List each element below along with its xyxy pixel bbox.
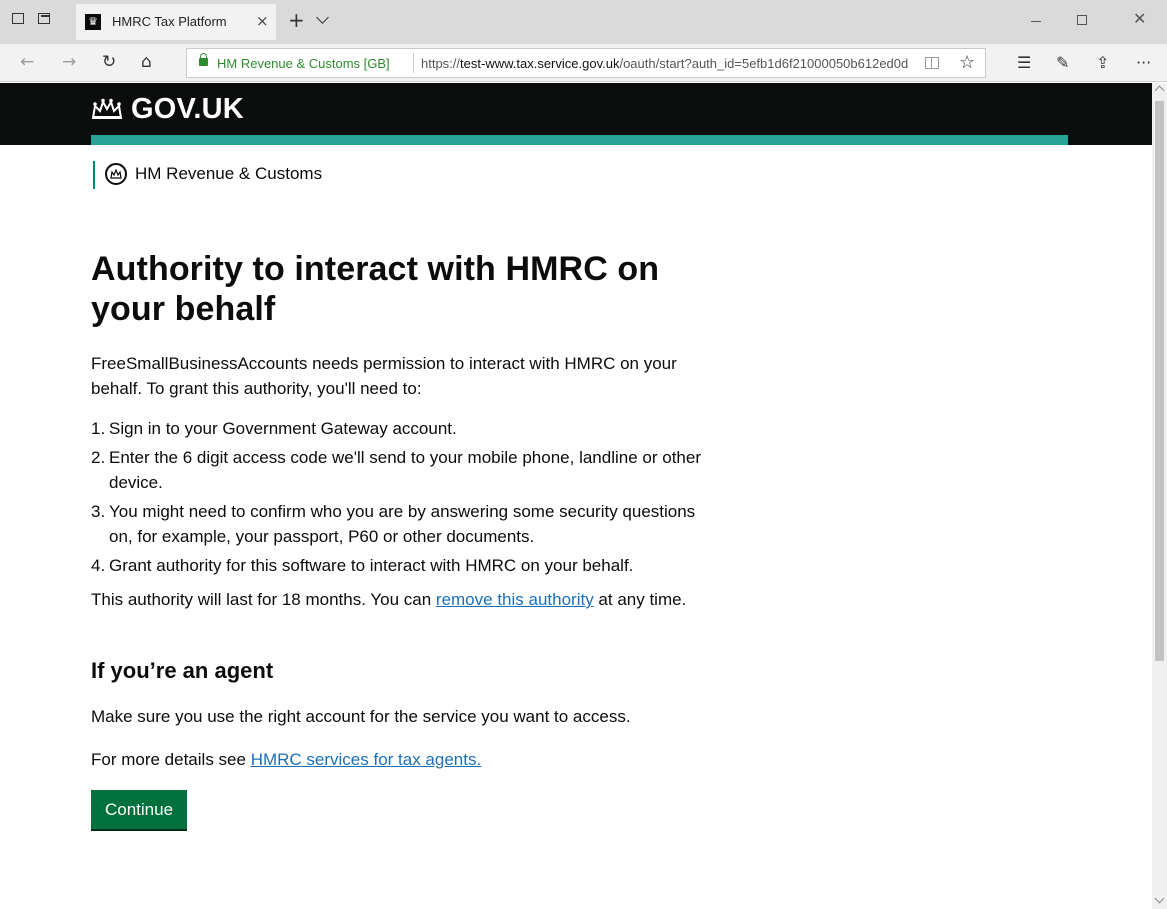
main-content: Authority to interact with HMRC on your … [91,249,711,829]
scrollbar-thumb[interactable] [1155,101,1164,661]
new-tab-button[interactable]: + [288,8,305,32]
tab-preview-icon[interactable] [11,12,27,26]
tab-list-chevron-icon[interactable] [316,11,329,24]
organisation-name: HM Revenue & Customs [135,164,323,183]
back-icon[interactable]: ← [20,52,34,72]
favorites-hub-icon[interactable]: ☰ [1017,53,1031,72]
govuk-wordmark: GOV.UK [131,93,244,125]
tax-agents-link[interactable]: HMRC services for tax agents. [251,750,482,769]
url-path: /oauth/start?auth_id=5efb1d6f21000050b61… [619,56,909,71]
govuk-header: GOV.UK [0,83,1152,145]
more-icon[interactable]: ··· [1136,53,1151,72]
scroll-down-icon[interactable] [1154,893,1165,904]
step-number: 3. [91,502,106,521]
header-accent-bar [91,135,1068,145]
crown-favicon-icon: ♛ [85,14,101,30]
reading-view-icon[interactable] [925,57,939,69]
scroll-up-icon[interactable] [1154,85,1165,96]
address-separator [413,53,414,73]
step-text: Sign in to your Government Gateway accou… [109,419,457,438]
lock-icon[interactable] [199,53,208,66]
agent-guidance-text: Make sure you use the right account for … [91,707,631,726]
browser-tab-hmrc[interactable]: ♛ HMRC Tax Platform × [76,4,276,40]
authority-duration-text: This authority will last for 18 months. … [91,587,711,612]
steps-list: 1. Sign in to your Government Gateway acc… [91,416,711,578]
continue-button[interactable]: Continue [91,790,188,829]
step-number: 2. [91,448,106,467]
url-text[interactable]: https://test-www.tax.service.gov.uk/oaut… [421,56,908,71]
intro-text: FreeSmallBusinessAccounts needs permissi… [91,354,677,398]
tab-close-icon[interactable]: × [256,12,269,30]
window-maximize-icon[interactable] [1077,15,1087,25]
set-tabs-aside-icon[interactable] [37,12,53,26]
duration-text-start: This authority will last for 18 months. … [91,590,436,609]
refresh-icon[interactable]: ↻ [102,52,116,72]
remove-authority-link[interactable]: remove this authority [436,590,594,609]
url-host: test-www.tax.service.gov.uk [460,56,620,71]
share-icon[interactable]: ⇪ [1096,53,1109,72]
list-item: 1. Sign in to your Government Gateway acc… [91,416,711,441]
address-bar[interactable]: HM Revenue & Customs [GB] https://test-w… [186,48,986,78]
page-title: Authority to interact with HMRC on your … [91,250,660,328]
list-item: 4. Grant authority for this software to i… [91,553,711,578]
url-prefix: https:// [421,56,461,71]
web-notes-icon[interactable]: ✎ [1056,53,1069,72]
hmrc-crest-icon [105,163,127,185]
browser-navigation-bar: ← → ↻ ⌂ HM Revenue & Customs [GB] https:… [0,44,1167,82]
list-item: 2. Enter the 6 digit access code we'll se… [91,445,711,495]
agent-heading: If you’re an agent [91,658,274,683]
window-minimize-icon[interactable] [1031,21,1041,22]
crown-icon [91,98,123,119]
step-number: 4. [91,556,106,575]
vertical-scrollbar[interactable] [1152,83,1167,909]
site-identity[interactable]: HM Revenue & Customs [GB] [217,56,390,71]
hmrc-organisation-banner: HM Revenue & Customs [93,161,322,189]
page-viewport: GOV.UK HM Revenue & Customs Authority to… [0,83,1152,909]
list-item: 3. You might need to confirm who you are … [91,499,711,549]
step-text: You might need to confirm who you are by… [109,502,696,546]
tab-title: HMRC Tax Platform [112,14,227,29]
details-text-start: For more details see [91,750,251,769]
home-icon[interactable]: ⌂ [141,52,152,72]
step-text: Enter the 6 digit access code we'll send… [109,448,701,492]
browser-tab-strip: ♛ HMRC Tax Platform × + ✕ [0,0,1167,44]
duration-text-end: at any time. [593,590,687,609]
agent-details-text: For more details see HMRC services for t… [91,747,711,772]
favorite-star-icon[interactable]: ☆ [959,52,975,73]
step-number: 1. [91,419,106,438]
window-close-icon[interactable]: ✕ [1133,9,1146,28]
step-text: Grant authority for this software to int… [109,556,634,575]
forward-icon[interactable]: → [62,52,76,72]
